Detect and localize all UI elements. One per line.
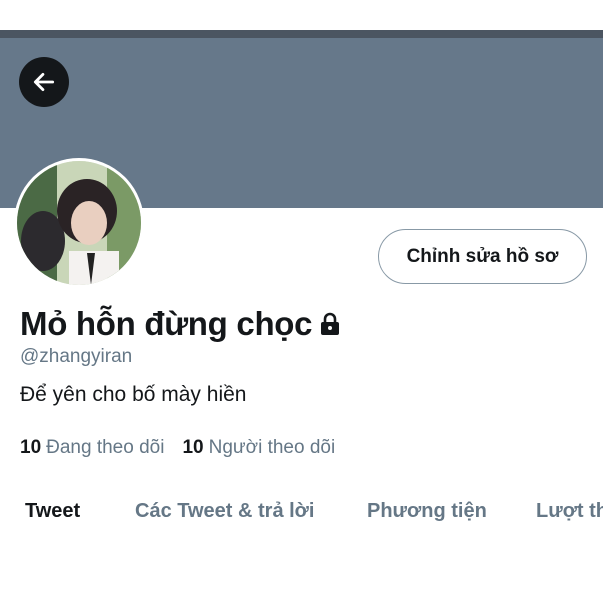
following-count: 10 — [20, 437, 42, 458]
lock-icon — [321, 312, 340, 335]
following-link[interactable]: 10 Đang theo dõi — [20, 437, 164, 459]
avatar-photo — [17, 161, 141, 285]
arrow-left-icon — [33, 73, 55, 91]
avatar[interactable] — [14, 158, 144, 288]
profile-bio: Để yên cho bố mày hiền — [20, 383, 247, 406]
display-name: Mỏ hỗn đừng chọc — [20, 305, 313, 342]
tab-media[interactable]: Phương tiện — [367, 500, 487, 523]
back-button[interactable] — [19, 57, 69, 107]
display-name-row: Mỏ hỗn đừng chọc — [20, 302, 342, 346]
edit-profile-button[interactable]: Chỉnh sửa hồ sơ — [378, 229, 587, 284]
following-label: Đang theo dõi — [46, 437, 165, 458]
header-band — [0, 30, 603, 38]
tab-likes[interactable]: Lượt th — [536, 500, 603, 523]
profile-handle: @zhangyiran — [20, 346, 133, 367]
followers-link[interactable]: 10 Người theo dõi — [182, 437, 335, 459]
top-strip — [0, 0, 603, 30]
tab-tweet[interactable]: Tweet — [25, 500, 80, 523]
follow-stats: 10 Đang theo dõi 10 Người theo dõi — [20, 437, 353, 459]
profile-tabs: Tweet Các Tweet & trả lời Phương tiện Lư… — [0, 500, 603, 540]
followers-label: Người theo dõi — [208, 437, 336, 458]
followers-count: 10 — [182, 437, 204, 458]
tab-tweets-replies[interactable]: Các Tweet & trả lời — [135, 500, 314, 523]
